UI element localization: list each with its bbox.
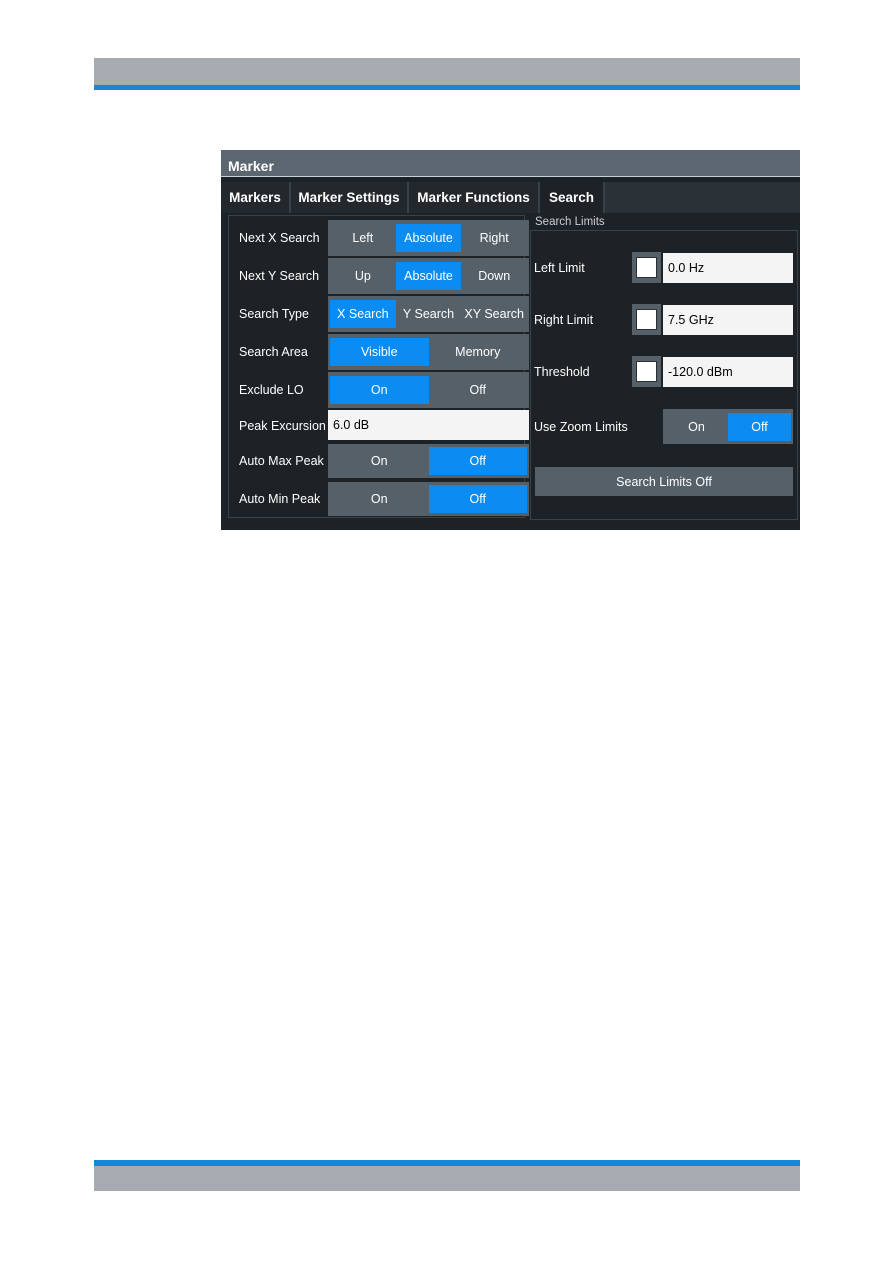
dialog-title: Marker <box>221 150 800 177</box>
checkbox-box <box>636 257 657 278</box>
peak-excursion-label: Peak Excursion <box>239 419 326 433</box>
next-y-selector: Up Absolute Down <box>328 258 529 294</box>
auto-max-peak-toggle: On Off <box>328 444 529 478</box>
right-limit-input[interactable]: 7.5 GHz <box>663 305 793 335</box>
search-area-label: Search Area <box>239 345 308 359</box>
use-zoom-limits-toggle: On Off <box>663 409 793 444</box>
auto-min-peak-label: Auto Min Peak <box>239 492 321 506</box>
checkbox-box <box>636 361 657 382</box>
use-zoom-limits-label: Use Zoom Limits <box>534 420 628 434</box>
search-area-visible[interactable]: Visible <box>330 338 429 366</box>
marker-dialog: Marker Markers Marker Settings Marker Fu… <box>221 150 800 530</box>
next-x-selector: Left Absolute Right <box>328 220 529 256</box>
right-limit-checkbox[interactable] <box>632 304 661 335</box>
auto-max-peak-label: Auto Max Peak <box>239 454 324 468</box>
next-y-up[interactable]: Up <box>330 262 396 290</box>
left-limit-label: Left Limit <box>534 261 585 275</box>
next-y-down[interactable]: Down <box>461 262 527 290</box>
page-header-bar <box>94 58 800 85</box>
exclude-lo-on[interactable]: On <box>330 376 429 404</box>
threshold-checkbox[interactable] <box>632 356 661 387</box>
next-y-label: Next Y Search <box>239 269 320 283</box>
search-type-y[interactable]: Y Search <box>396 300 462 328</box>
threshold-label: Threshold <box>534 365 590 379</box>
exclude-lo-off[interactable]: Off <box>429 376 528 404</box>
exclude-lo-toggle: On Off <box>328 372 529 408</box>
use-zoom-limits-on[interactable]: On <box>665 413 728 441</box>
page-footer-bar <box>94 1166 800 1191</box>
tab-markers[interactable]: Markers <box>221 182 291 213</box>
tab-marker-settings[interactable]: Marker Settings <box>291 182 409 213</box>
auto-min-peak-off[interactable]: Off <box>428 485 527 513</box>
exclude-lo-label: Exclude LO <box>239 383 304 397</box>
checkbox-box <box>636 309 657 330</box>
search-limits-label: Search Limits <box>535 216 605 228</box>
use-zoom-limits-off[interactable]: Off <box>728 412 791 441</box>
auto-min-peak-toggle: On Off <box>328 482 529 516</box>
left-limit-input[interactable]: 0.0 Hz <box>663 253 793 283</box>
next-x-left[interactable]: Left <box>330 224 396 252</box>
page-header-stripe <box>94 85 800 90</box>
left-limit-checkbox[interactable] <box>632 252 661 283</box>
search-type-x[interactable]: X Search <box>330 300 396 328</box>
search-area-memory[interactable]: Memory <box>429 338 528 366</box>
next-x-right[interactable]: Right <box>461 224 527 252</box>
next-x-label: Next X Search <box>239 231 320 245</box>
next-x-absolute[interactable]: Absolute <box>395 224 462 252</box>
search-type-selector: X Search Y Search XY Search <box>328 296 529 332</box>
search-type-xy[interactable]: XY Search <box>461 300 527 328</box>
tab-marker-functions[interactable]: Marker Functions <box>409 182 540 213</box>
tab-bar: Markers Marker Settings Marker Functions… <box>221 182 800 213</box>
peak-excursion-input[interactable]: 6.0 dB <box>328 410 529 440</box>
search-limits-off-button[interactable]: Search Limits Off <box>535 467 793 496</box>
search-area-selector: Visible Memory <box>328 334 529 370</box>
threshold-input[interactable]: -120.0 dBm <box>663 357 793 387</box>
search-settings-rows: Next X Search Left Absolute Right Next Y… <box>228 215 533 525</box>
right-limit-label: Right Limit <box>534 313 594 327</box>
auto-max-peak-on[interactable]: On <box>330 447 429 475</box>
auto-max-peak-off[interactable]: Off <box>428 447 527 475</box>
tab-search[interactable]: Search <box>540 182 605 213</box>
search-type-label: Search Type <box>239 307 309 321</box>
auto-min-peak-on[interactable]: On <box>330 485 429 513</box>
next-y-absolute[interactable]: Absolute <box>395 262 462 290</box>
